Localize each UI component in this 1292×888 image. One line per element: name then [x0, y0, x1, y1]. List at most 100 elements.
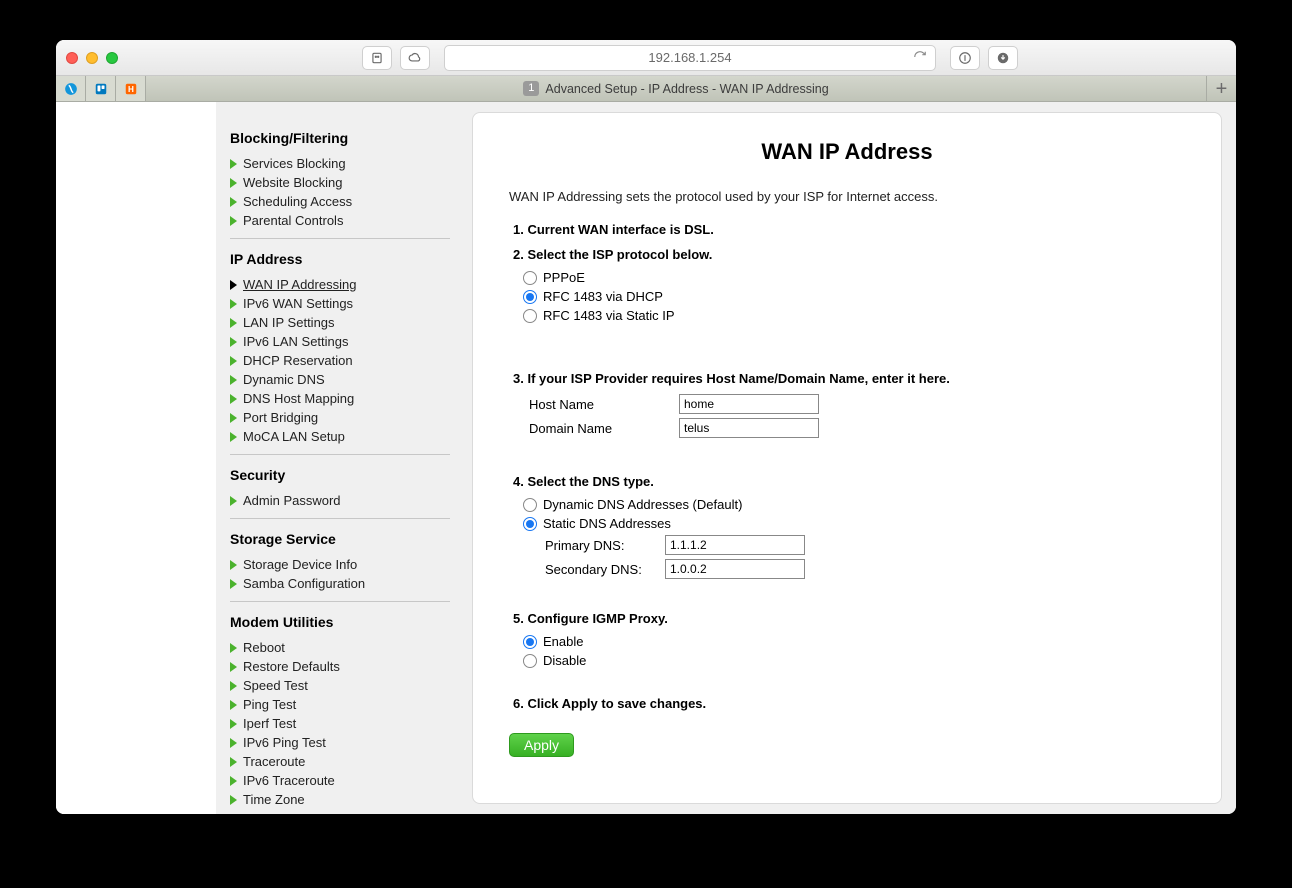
primary-dns-label: Primary DNS:	[545, 538, 655, 553]
zoom-window-button[interactable]	[106, 52, 118, 64]
privacy-button[interactable]	[362, 46, 392, 70]
sidebar-item-label: Port Bridging	[243, 410, 318, 425]
sidebar-item-ping-test[interactable]: Ping Test	[230, 695, 450, 714]
intro-text: WAN IP Addressing sets the protocol used…	[509, 189, 1185, 204]
chevron-right-icon	[230, 681, 237, 691]
sidebar-item-port-bridging[interactable]: Port Bridging	[230, 408, 450, 427]
dns-type-radio[interactable]	[523, 498, 537, 512]
new-tab-button[interactable]: +	[1206, 76, 1236, 101]
sidebar-item-services-blocking[interactable]: Services Blocking	[230, 154, 450, 173]
sidebar-item-restore-defaults[interactable]: Restore Defaults	[230, 657, 450, 676]
apply-button[interactable]: Apply	[509, 733, 574, 757]
reload-icon[interactable]	[913, 50, 927, 67]
sidebar-item-iperf-test[interactable]: Iperf Test	[230, 714, 450, 733]
dns-type-option[interactable]: Static DNS Addresses	[523, 516, 1185, 531]
chevron-right-icon	[230, 795, 237, 805]
sidebar-item-storage-device-info[interactable]: Storage Device Info	[230, 555, 450, 574]
chevron-right-icon	[230, 318, 237, 328]
dns-type-radio[interactable]	[523, 517, 537, 531]
chevron-right-icon	[230, 394, 237, 404]
chevron-right-icon	[230, 700, 237, 710]
chevron-right-icon	[230, 375, 237, 385]
domain-name-input[interactable]	[679, 418, 819, 438]
sidebar-item-admin-password[interactable]: Admin Password	[230, 491, 450, 510]
chevron-right-icon	[230, 719, 237, 729]
pinned-tab-2[interactable]	[86, 76, 116, 101]
sidebar-item-ipv6-ping-test[interactable]: IPv6 Ping Test	[230, 733, 450, 752]
page-content: Blocking/FilteringServices BlockingWebsi…	[56, 102, 1236, 814]
step-2: 2. Select the ISP protocol below.	[513, 247, 1185, 262]
chevron-right-icon	[230, 496, 237, 506]
chevron-right-icon	[230, 432, 237, 442]
igmp-proxy-radio[interactable]	[523, 654, 537, 668]
sidebar-item-ipv6-traceroute[interactable]: IPv6 Traceroute	[230, 771, 450, 790]
sidebar-item-wan-ip-addressing[interactable]: WAN IP Addressing	[230, 275, 450, 294]
sidebar-item-label: Dynamic DNS	[243, 372, 325, 387]
step-1: 1. Current WAN interface is DSL.	[513, 222, 1185, 237]
chevron-right-icon	[230, 280, 237, 290]
title-bar: 192.168.1.254	[56, 40, 1236, 76]
chevron-right-icon	[230, 299, 237, 309]
isp-protocol-option[interactable]: RFC 1483 via Static IP	[523, 308, 1185, 323]
browser-window: 192.168.1.254 H 1 Advanced S	[56, 40, 1236, 814]
cloud-button[interactable]	[400, 46, 430, 70]
igmp-proxy-radio[interactable]	[523, 635, 537, 649]
sidebar-section-title: IP Address	[230, 251, 450, 267]
isp-protocol-radio[interactable]	[523, 309, 537, 323]
sidebar-item-label: WAN IP Addressing	[243, 277, 356, 292]
dns-type-option[interactable]: Dynamic DNS Addresses (Default)	[523, 497, 1185, 512]
secondary-dns-input[interactable]	[665, 559, 805, 579]
sidebar-item-time-zone[interactable]: Time Zone	[230, 790, 450, 809]
sidebar-item-samba-configuration[interactable]: Samba Configuration	[230, 574, 450, 593]
svg-text:H: H	[128, 84, 134, 93]
dns-type-label: Static DNS Addresses	[543, 516, 671, 531]
downloads-button[interactable]	[988, 46, 1018, 70]
pinned-tab-3[interactable]: H	[116, 76, 146, 101]
sidebar-item-scheduling-access[interactable]: Scheduling Access	[230, 192, 450, 211]
sidebar-item-label: Services Blocking	[243, 156, 346, 171]
pinned-tab-1[interactable]	[56, 76, 86, 101]
secondary-dns-label: Secondary DNS:	[545, 562, 655, 577]
sidebar-item-ipv6-lan-settings[interactable]: IPv6 LAN Settings	[230, 332, 450, 351]
sidebar-item-lan-ip-settings[interactable]: LAN IP Settings	[230, 313, 450, 332]
sidebar-item-speed-test[interactable]: Speed Test	[230, 676, 450, 695]
sidebar-item-traceroute[interactable]: Traceroute	[230, 752, 450, 771]
chevron-right-icon	[230, 159, 237, 169]
close-window-button[interactable]	[66, 52, 78, 64]
tab-bar: H 1 Advanced Setup - IP Address - WAN IP…	[56, 76, 1236, 102]
domain-name-label: Domain Name	[529, 421, 669, 436]
minimize-window-button[interactable]	[86, 52, 98, 64]
isp-protocol-radio[interactable]	[523, 271, 537, 285]
window-controls	[66, 52, 118, 64]
primary-dns-input[interactable]	[665, 535, 805, 555]
chevron-right-icon	[230, 662, 237, 672]
igmp-proxy-option[interactable]: Disable	[523, 653, 1185, 668]
active-tab[interactable]: 1 Advanced Setup - IP Address - WAN IP A…	[146, 76, 1206, 101]
sidebar-item-dns-host-mapping[interactable]: DNS Host Mapping	[230, 389, 450, 408]
sidebar-item-moca-lan-setup[interactable]: MoCA LAN Setup	[230, 427, 450, 446]
chevron-right-icon	[230, 560, 237, 570]
sidebar-item-parental-controls[interactable]: Parental Controls	[230, 211, 450, 230]
isp-protocol-option[interactable]: RFC 1483 via DHCP	[523, 289, 1185, 304]
reader-button[interactable]	[950, 46, 980, 70]
chevron-right-icon	[230, 413, 237, 423]
sidebar-section-title: Security	[230, 467, 450, 483]
sidebar-item-reboot[interactable]: Reboot	[230, 638, 450, 657]
step-4: 4. Select the DNS type.	[513, 474, 1185, 489]
host-name-input[interactable]	[679, 394, 819, 414]
sidebar: Blocking/FilteringServices BlockingWebsi…	[216, 102, 460, 814]
isp-protocol-option[interactable]: PPPoE	[523, 270, 1185, 285]
tab-count-badge: 1	[523, 81, 539, 96]
chevron-right-icon	[230, 579, 237, 589]
sidebar-item-label: Storage Device Info	[243, 557, 357, 572]
sidebar-item-ipv6-wan-settings[interactable]: IPv6 WAN Settings	[230, 294, 450, 313]
chevron-right-icon	[230, 757, 237, 767]
sidebar-item-website-blocking[interactable]: Website Blocking	[230, 173, 450, 192]
isp-protocol-radio[interactable]	[523, 290, 537, 304]
igmp-proxy-option[interactable]: Enable	[523, 634, 1185, 649]
address-bar[interactable]: 192.168.1.254	[444, 45, 936, 71]
sidebar-item-dynamic-dns[interactable]: Dynamic DNS	[230, 370, 450, 389]
sidebar-item-dhcp-reservation[interactable]: DHCP Reservation	[230, 351, 450, 370]
igmp-proxy-label: Enable	[543, 634, 583, 649]
chevron-right-icon	[230, 738, 237, 748]
